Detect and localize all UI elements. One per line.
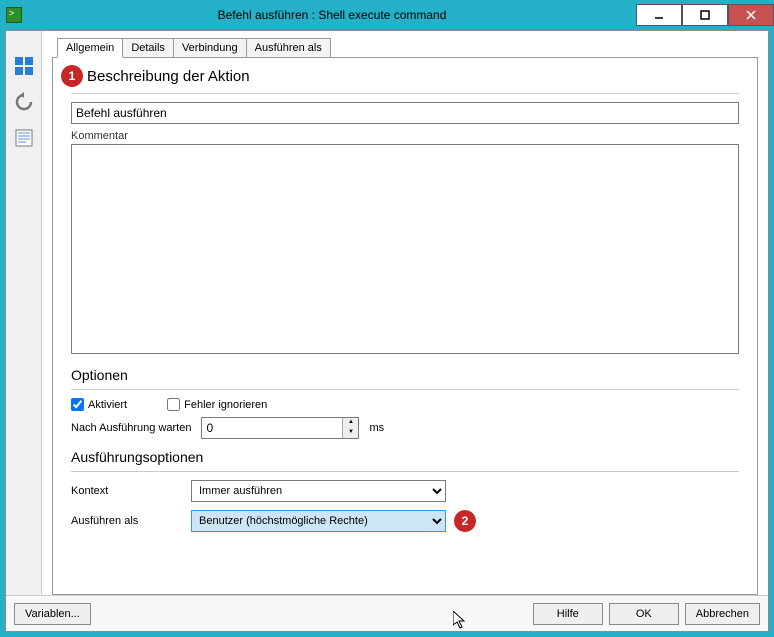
window-title: Befehl ausführen : Shell execute command <box>28 8 636 22</box>
wait-row: Nach Ausführung warten ▲ ▼ ms <box>71 417 739 439</box>
close-button[interactable] <box>728 4 774 26</box>
runas-label: Ausführen als <box>71 515 191 527</box>
section-exec-title: Ausführungsoptionen <box>71 449 739 465</box>
kontext-label: Kontext <box>71 485 191 497</box>
section-options-title: Optionen <box>71 367 739 383</box>
window-buttons <box>636 5 774 26</box>
divider <box>71 471 739 472</box>
minimize-button[interactable] <box>636 4 682 26</box>
main-area: Allgemein Details Verbindung Ausführen a… <box>42 31 768 595</box>
variablen-button[interactable]: Variablen... <box>14 603 91 625</box>
wait-label: Nach Ausführung warten <box>71 422 191 434</box>
action-name-input[interactable] <box>71 102 739 124</box>
spin-up-icon[interactable]: ▲ <box>343 418 358 428</box>
runas-row: Ausführen als Benutzer (höchstmögliche R… <box>71 510 739 532</box>
hilfe-button[interactable]: Hilfe <box>533 603 603 625</box>
tab-details[interactable]: Details <box>122 38 174 58</box>
wait-spinner: ▲ ▼ <box>201 417 359 439</box>
fehler-input[interactable] <box>167 398 180 411</box>
tab-strip: Allgemein Details Verbindung Ausführen a… <box>57 37 758 57</box>
runas-select[interactable]: Benutzer (höchstmögliche Rechte) <box>191 510 446 532</box>
ok-button[interactable]: OK <box>609 603 679 625</box>
badge-2: 2 <box>454 510 476 532</box>
dialog-window: Befehl ausführen : Shell execute command <box>0 0 774 637</box>
checkbox-aktiviert[interactable]: Aktiviert <box>71 398 127 411</box>
kontext-select[interactable]: Immer ausführen <box>191 480 446 502</box>
tab-ausfuehren-als[interactable]: Ausführen als <box>246 38 331 58</box>
options-row: Aktiviert Fehler ignorieren <box>71 398 739 411</box>
section-description: 1 Beschreibung der Aktion <box>71 68 739 85</box>
refresh-icon[interactable] <box>13 91 35 113</box>
maximize-button[interactable] <box>682 4 728 26</box>
wait-input[interactable] <box>202 418 342 438</box>
aktiviert-input[interactable] <box>71 398 84 411</box>
inner-frame: Allgemein Details Verbindung Ausführen a… <box>5 30 769 632</box>
divider <box>71 93 739 94</box>
dialog-footer: Variablen... Hilfe OK Abbrechen <box>6 595 768 631</box>
tab-body: 1 Beschreibung der Aktion Kommentar Opti… <box>52 57 758 595</box>
sidebar <box>6 31 42 595</box>
tab-allgemein[interactable]: Allgemein <box>57 38 123 58</box>
checkbox-fehler[interactable]: Fehler ignorieren <box>167 398 267 411</box>
comment-field: Kommentar <box>71 130 739 357</box>
aktiviert-label: Aktiviert <box>88 399 127 411</box>
fehler-label: Fehler ignorieren <box>184 399 267 411</box>
tab-verbindung[interactable]: Verbindung <box>173 38 247 58</box>
app-icon <box>6 7 22 23</box>
comment-textarea[interactable] <box>71 144 739 354</box>
kontext-row: Kontext Immer ausführen <box>71 480 739 502</box>
name-field <box>71 102 739 124</box>
document-icon[interactable] <box>13 127 35 149</box>
comment-label: Kommentar <box>71 130 739 142</box>
section-description-title: Beschreibung der Aktion <box>87 68 250 85</box>
spin-down-icon[interactable]: ▼ <box>343 428 358 438</box>
titlebar: Befehl ausführen : Shell execute command <box>0 0 774 30</box>
abbrechen-button[interactable]: Abbrechen <box>685 603 760 625</box>
badge-1: 1 <box>61 65 83 87</box>
divider <box>71 389 739 390</box>
wait-unit: ms <box>369 422 384 434</box>
content-row: Allgemein Details Verbindung Ausführen a… <box>6 31 768 595</box>
tiles-icon[interactable] <box>13 55 35 77</box>
